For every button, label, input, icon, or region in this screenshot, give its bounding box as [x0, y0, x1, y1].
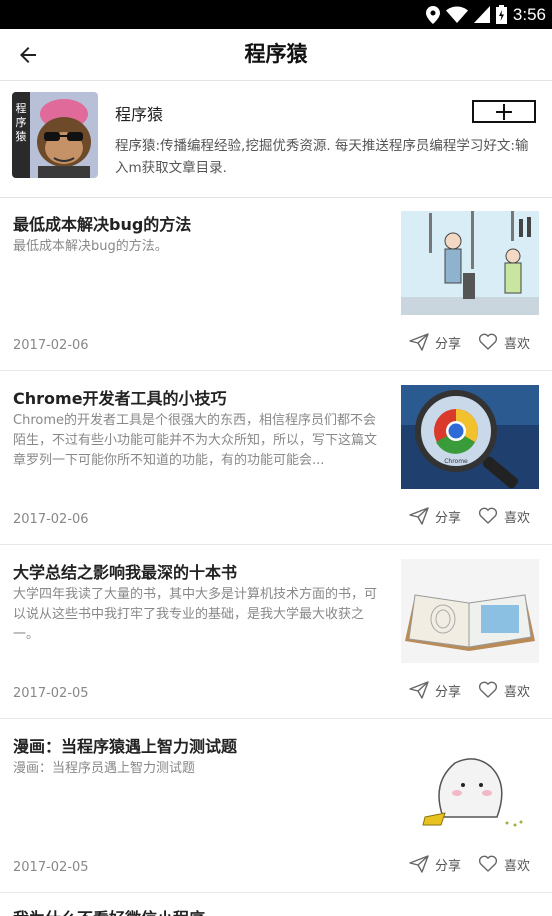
svg-text:程: 程 — [16, 102, 27, 115]
svg-text:猿: 猿 — [16, 129, 27, 143]
signal-icon — [473, 6, 490, 23]
heart-icon — [478, 507, 498, 524]
status-bar: 3:56 — [0, 0, 552, 29]
article-summary: 漫画：当程序员遇上智力测试题 — [13, 761, 196, 776]
like-button[interactable]: 喜欢 — [478, 506, 530, 526]
share-button[interactable]: 分享 — [409, 506, 461, 526]
article-title[interactable]: 大学总结之影响我最深的十本书 — [13, 559, 383, 583]
article-date: 2017-02-06 — [13, 338, 89, 353]
send-icon — [409, 681, 429, 699]
article-thumbnail[interactable] — [401, 211, 539, 315]
article-date: 2017-02-05 — [13, 860, 89, 875]
article-date: 2017-02-05 — [13, 686, 89, 701]
back-arrow-icon[interactable] — [16, 43, 40, 67]
article-summary: 最低成本解决bug的方法。 — [13, 239, 168, 254]
avatar[interactable]: 程 序 猿 — [12, 92, 98, 178]
like-label: 喜欢 — [504, 336, 531, 352]
article-title[interactable]: 我为什么不看好微信小程序 — [13, 905, 205, 916]
wifi-icon — [445, 6, 468, 23]
article-summary: 大学四年我读了大量的书，其中大多是计算机技术方面的书，可以说从这些书中我打牢了我… — [13, 587, 378, 642]
app-bar: 程序猿 — [0, 29, 552, 81]
article-item[interactable]: 最低成本解决bug的方法 最低成本解决bug的方法。 2017-02-06 分享… — [0, 198, 552, 371]
article-thumbnail[interactable]: Chrome — [401, 385, 539, 489]
account-name: 程序猿 — [115, 105, 164, 124]
send-icon — [409, 333, 429, 351]
article-thumbnail[interactable] — [401, 733, 539, 837]
plus-icon — [496, 103, 512, 120]
account-profile: 程 序 猿 程序猿 程序猿:传播编程经验,挖掘优秀资源. 每天推送程序员编程学习… — [0, 81, 552, 198]
like-button[interactable]: 喜欢 — [478, 680, 530, 700]
like-label: 喜欢 — [504, 684, 531, 700]
article-item[interactable]: 大学总结之影响我最深的十本书 大学四年我读了大量的书，其中大多是计算机技术方面的… — [0, 546, 552, 719]
svg-text:Chrome: Chrome — [444, 458, 468, 465]
article-thumbnail[interactable] — [401, 559, 539, 663]
like-button[interactable]: 喜欢 — [478, 854, 530, 874]
article-summary: Chrome的开发者工具是个很强大的东西，相信程序员们都不会陌生，不过有些小功能… — [13, 413, 378, 468]
page-title: 程序猿 — [244, 42, 308, 66]
account-description: 程序猿:传播编程经验,挖掘优秀资源. 每天推送程序员编程学习好文:输入m获取文章… — [115, 138, 529, 176]
heart-icon — [478, 855, 498, 872]
monkey-avatar-image: 程 序 猿 — [12, 92, 98, 178]
share-label: 分享 — [435, 858, 462, 874]
article-title[interactable]: 最低成本解决bug的方法 — [13, 211, 383, 235]
send-icon — [409, 855, 429, 873]
send-icon — [409, 507, 429, 525]
location-icon — [425, 5, 440, 24]
share-button[interactable]: 分享 — [409, 332, 461, 352]
article-item[interactable]: 我为什么不看好微信小程序 — [0, 893, 552, 916]
article-title[interactable]: 漫画：当程序猿遇上智力测试题 — [13, 733, 383, 757]
share-label: 分享 — [435, 336, 462, 352]
article-item[interactable]: 漫画：当程序猿遇上智力测试题 漫画：当程序员遇上智力测试题 2017-02-05… — [0, 720, 552, 893]
share-button[interactable]: 分享 — [409, 680, 461, 700]
follow-button[interactable] — [472, 100, 536, 123]
like-label: 喜欢 — [504, 510, 531, 526]
article-item[interactable]: Chrome开发者工具的小技巧 Chrome的开发者工具是个很强大的东西，相信程… — [0, 372, 552, 545]
article-title[interactable]: Chrome开发者工具的小技巧 — [13, 385, 383, 409]
like-button[interactable]: 喜欢 — [478, 332, 530, 352]
heart-icon — [478, 681, 498, 698]
svg-text:序: 序 — [16, 115, 27, 129]
battery-icon — [495, 5, 507, 24]
heart-icon — [478, 333, 498, 350]
status-time: 3:56 — [512, 4, 546, 24]
article-date: 2017-02-06 — [13, 512, 89, 527]
share-label: 分享 — [435, 510, 462, 526]
share-button[interactable]: 分享 — [409, 854, 461, 874]
share-label: 分享 — [435, 684, 462, 700]
like-label: 喜欢 — [504, 858, 531, 874]
